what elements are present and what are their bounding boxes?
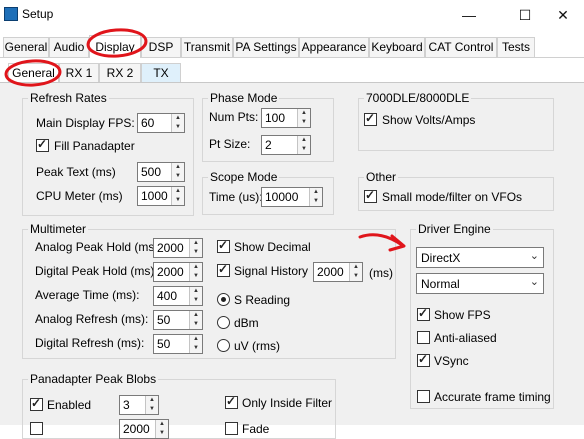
peak-blobs-group: Panadapter Peak Blobs Enabled 3▲▼ Only I… (22, 372, 336, 439)
digital-peak-spinbox[interactable]: 2000 ▲ ▼ (153, 262, 203, 282)
fill-panadapter-label: Fill Panadapter (54, 139, 135, 153)
subtab-general[interactable]: General (8, 63, 59, 82)
pt-size-spinbox[interactable]: 2 ▲ ▼ (261, 135, 311, 155)
avg-time-label: Average Time (ms): (35, 288, 140, 302)
analog-refresh-spinbox[interactable]: 50 ▲ ▼ (153, 310, 203, 330)
dbm-radio[interactable] (217, 316, 230, 329)
fade-label: Fade (242, 422, 270, 436)
close-button[interactable]: ✕ (540, 0, 584, 30)
chevron-down-icon: ⌄ (529, 276, 539, 288)
driver-engine-title: Driver Engine (416, 222, 493, 236)
app-icon (4, 7, 18, 21)
peak-text-spinbox[interactable]: 500 ▲ ▼ (137, 162, 185, 182)
subtab-tx[interactable]: TX (141, 63, 181, 82)
phase-mode-title: Phase Mode (208, 91, 280, 105)
tab-pa-settings[interactable]: PA Settings (233, 37, 299, 57)
only-inside-filter-checkbox[interactable] (225, 394, 238, 409)
cpu-meter-label: CPU Meter (ms) (36, 189, 123, 203)
display-general-panel: Refresh Rates Main Display FPS: 60▲▼ Fil… (0, 82, 584, 439)
anti-aliased-checkbox[interactable] (417, 331, 430, 344)
dle-group: 7000DLE/8000DLE Show Volts/Amps (358, 91, 554, 151)
refresh-rates-title: Refresh Rates (28, 91, 109, 105)
tab-tests[interactable]: Tests (497, 37, 535, 57)
peak-text-label: Peak Text (ms) (36, 165, 116, 179)
tab-dsp[interactable]: DSP (141, 37, 181, 57)
show-decimal-checkbox[interactable] (217, 238, 230, 253)
anti-aliased-label: Anti-aliased (434, 331, 497, 345)
only-inside-filter-label: Only Inside Filter (242, 396, 333, 410)
signal-history-checkbox[interactable] (217, 262, 230, 277)
fade-checkbox[interactable] (225, 422, 238, 435)
title-bar (0, 0, 584, 30)
tab-transmit[interactable]: Transmit (181, 37, 233, 57)
show-fps-checkbox[interactable] (417, 306, 430, 321)
tab-keyboard[interactable]: Keyboard (369, 37, 425, 57)
window-title: Setup (22, 7, 54, 21)
dle-title: 7000DLE/8000DLE (364, 91, 472, 105)
cpu-meter-spinbox[interactable]: 1000 ▲ ▼ (137, 186, 185, 206)
show-fps-label: Show FPS (434, 308, 491, 322)
tab-general[interactable]: General (3, 37, 49, 57)
digital-refresh-spinbox[interactable]: 50 ▲ ▼ (153, 334, 203, 354)
uv-radio[interactable] (217, 339, 230, 352)
signal-history-unit: (ms) (369, 266, 393, 280)
sub-tab-strip: General RX 1 RX 2 TX (0, 63, 584, 83)
vsync-label: VSync (434, 354, 469, 368)
minimize-button[interactable]: — (446, 0, 492, 30)
scope-mode-title: Scope Mode (208, 170, 280, 184)
blobs-peak-hold-checkbox[interactable] (30, 422, 43, 435)
peak-blobs-title: Panadapter Peak Blobs (28, 372, 159, 386)
refresh-rates-group: Refresh Rates Main Display FPS: 60▲▼ Fil… (22, 91, 194, 216)
scope-mode-group: Scope Mode Time (us): 10000 ▲ ▼ (202, 170, 334, 215)
tab-cat-control[interactable]: CAT Control (425, 37, 497, 57)
dbm-label: dBm (234, 316, 259, 330)
s-reading-label: S Reading (234, 293, 291, 307)
main-fps-label: Main Display FPS: (36, 116, 135, 130)
multimeter-title: Multimeter (28, 222, 89, 236)
digital-refresh-label: Digital Refresh (ms): (35, 336, 145, 350)
other-title: Other (364, 170, 399, 184)
num-pts-label: Num Pts: (209, 110, 259, 124)
engine-dropdown[interactable]: DirectX ⌄ (416, 247, 544, 268)
blobs-enabled-label: Enabled (47, 398, 92, 412)
vsync-checkbox[interactable] (417, 352, 430, 367)
main-tab-strip: General Audio Display DSP Transmit PA Se… (0, 35, 584, 58)
multimeter-group: Multimeter Analog Peak Hold (ms): 2000 ▲ ▼… (22, 222, 396, 359)
signal-history-label: Signal History (234, 264, 309, 278)
other-group: Other Small mode/filter on VFOs (358, 170, 554, 211)
digital-peak-label: Digital Peak Hold (ms): (35, 264, 158, 278)
small-mode-checkbox[interactable] (364, 188, 377, 203)
tab-appearance[interactable]: Appearance (299, 37, 369, 57)
tab-audio[interactable]: Audio (49, 37, 89, 57)
analog-refresh-label: Analog Refresh (ms): (35, 312, 149, 326)
pt-size-label: Pt Size: (209, 137, 251, 151)
show-volts-checkbox[interactable] (364, 111, 377, 126)
phase-mode-group: Phase Mode Num Pts: 100 ▲ ▼ Pt Size: 2 ▲ ▼ (202, 91, 334, 162)
main-fps-spinbox[interactable]: 60 ▲ ▼ (137, 113, 185, 133)
quality-dropdown[interactable]: Normal ⌄ (416, 273, 544, 294)
blobs-enabled-checkbox[interactable] (30, 396, 43, 411)
fill-panadapter-checkbox[interactable] (36, 137, 49, 152)
small-mode-label: Small mode/filter on VFOs (382, 190, 523, 204)
subtab-rx1[interactable]: RX 1 (59, 63, 99, 82)
accurate-timing-checkbox[interactable] (417, 390, 430, 403)
scope-time-label: Time (us): (209, 190, 263, 204)
tab-display[interactable]: Display (89, 35, 141, 58)
uv-label: uV (rms) (234, 339, 280, 353)
scope-time-spinbox[interactable]: 10000 ▲ ▼ (261, 187, 323, 207)
subtab-rx2[interactable]: RX 2 (99, 63, 141, 82)
analog-peak-spinbox[interactable]: 2000 ▲ ▼ (153, 238, 203, 258)
avg-time-spinbox[interactable]: 400 ▲ ▼ (153, 286, 203, 306)
s-reading-radio[interactable] (217, 293, 230, 306)
show-volts-label: Show Volts/Amps (382, 113, 476, 127)
blobs-peak-hold-spinbox[interactable]: 2000 ▲ ▼ (119, 419, 169, 439)
driver-engine-group: Driver Engine DirectX⌄ Normal⌄ Show FPS … (410, 222, 554, 409)
num-pts-spinbox[interactable]: 100 ▲ ▼ (261, 108, 311, 128)
accurate-timing-label: Accurate frame timing (434, 390, 551, 404)
blobs-count-spinbox[interactable]: 3 ▲ ▼ (119, 395, 159, 415)
analog-peak-label: Analog Peak Hold (ms): (35, 240, 162, 254)
show-decimal-label: Show Decimal (234, 240, 311, 254)
signal-history-spinbox[interactable]: 2000 ▲ ▼ (313, 262, 363, 282)
chevron-down-icon: ⌄ (529, 250, 539, 262)
